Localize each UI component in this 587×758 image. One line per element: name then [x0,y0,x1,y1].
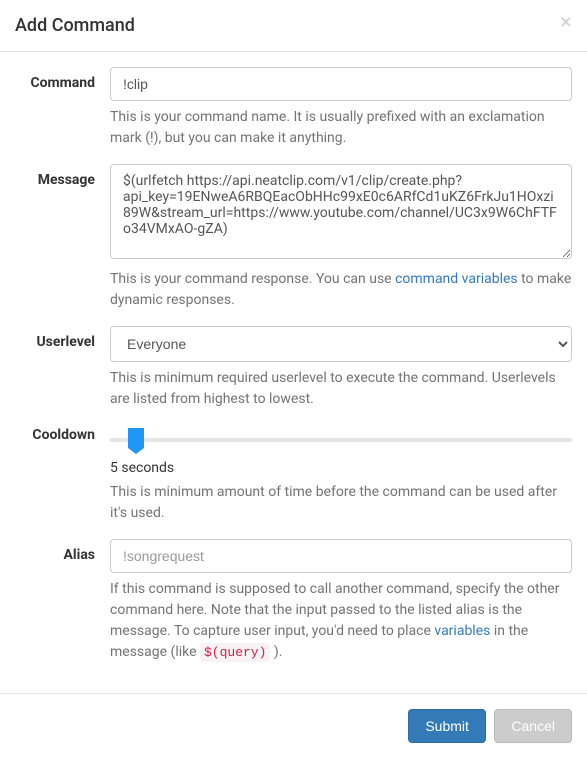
variables-link[interactable]: variables [434,623,490,639]
submit-button[interactable]: Submit [408,709,486,743]
message-help: This is your command response. You can u… [110,269,572,311]
command-variables-link[interactable]: command variables [395,271,518,287]
command-help: This is your command name. It is usually… [110,107,572,149]
slider-track [110,438,572,442]
userlevel-group: Userlevel Everyone This is minimum requi… [15,326,572,410]
command-group: Command This is your command name. It is… [15,67,572,149]
userlevel-help: This is minimum required userlevel to ex… [110,368,572,410]
alias-group: Alias If this command is supposed to cal… [15,539,572,663]
alias-field-wrap: If this command is supposed to call anot… [110,539,572,663]
modal-title: Add Command [15,15,572,36]
cancel-button[interactable]: Cancel [494,709,572,743]
cooldown-value: 5 seconds [110,460,572,476]
modal-header: Add Command × [0,0,587,52]
message-label: Message [15,164,110,311]
userlevel-label: Userlevel [15,326,110,410]
modal-footer: Submit Cancel [0,693,587,758]
close-button[interactable]: × [560,12,572,33]
message-group: Message $(urlfetch https://api.neatclip.… [15,164,572,311]
command-label: Command [15,67,110,149]
cooldown-slider[interactable] [110,430,572,450]
message-help-before: This is your command response. You can u… [110,271,395,287]
command-input[interactable] [110,67,572,101]
alias-help: If this command is supposed to call anot… [110,579,572,663]
cooldown-group: Cooldown 5 seconds This is minimum amoun… [15,425,572,524]
cooldown-help: This is minimum amount of time before th… [110,482,572,524]
cooldown-field-wrap: 5 seconds This is minimum amount of time… [110,425,572,524]
query-code: $(query) [200,643,270,662]
userlevel-select[interactable]: Everyone [110,326,572,362]
message-field-wrap: $(urlfetch https://api.neatclip.com/v1/c… [110,164,572,311]
modal-body: Command This is your command name. It is… [0,52,587,693]
userlevel-field-wrap: Everyone This is minimum required userle… [110,326,572,410]
slider-thumb[interactable] [128,428,144,448]
message-textarea[interactable]: $(urlfetch https://api.neatclip.com/v1/c… [110,164,572,259]
alias-input[interactable] [110,539,572,573]
cooldown-label: Cooldown [15,425,110,524]
alias-label: Alias [15,539,110,663]
command-field-wrap: This is your command name. It is usually… [110,67,572,149]
alias-help-part3: ). [270,644,282,660]
